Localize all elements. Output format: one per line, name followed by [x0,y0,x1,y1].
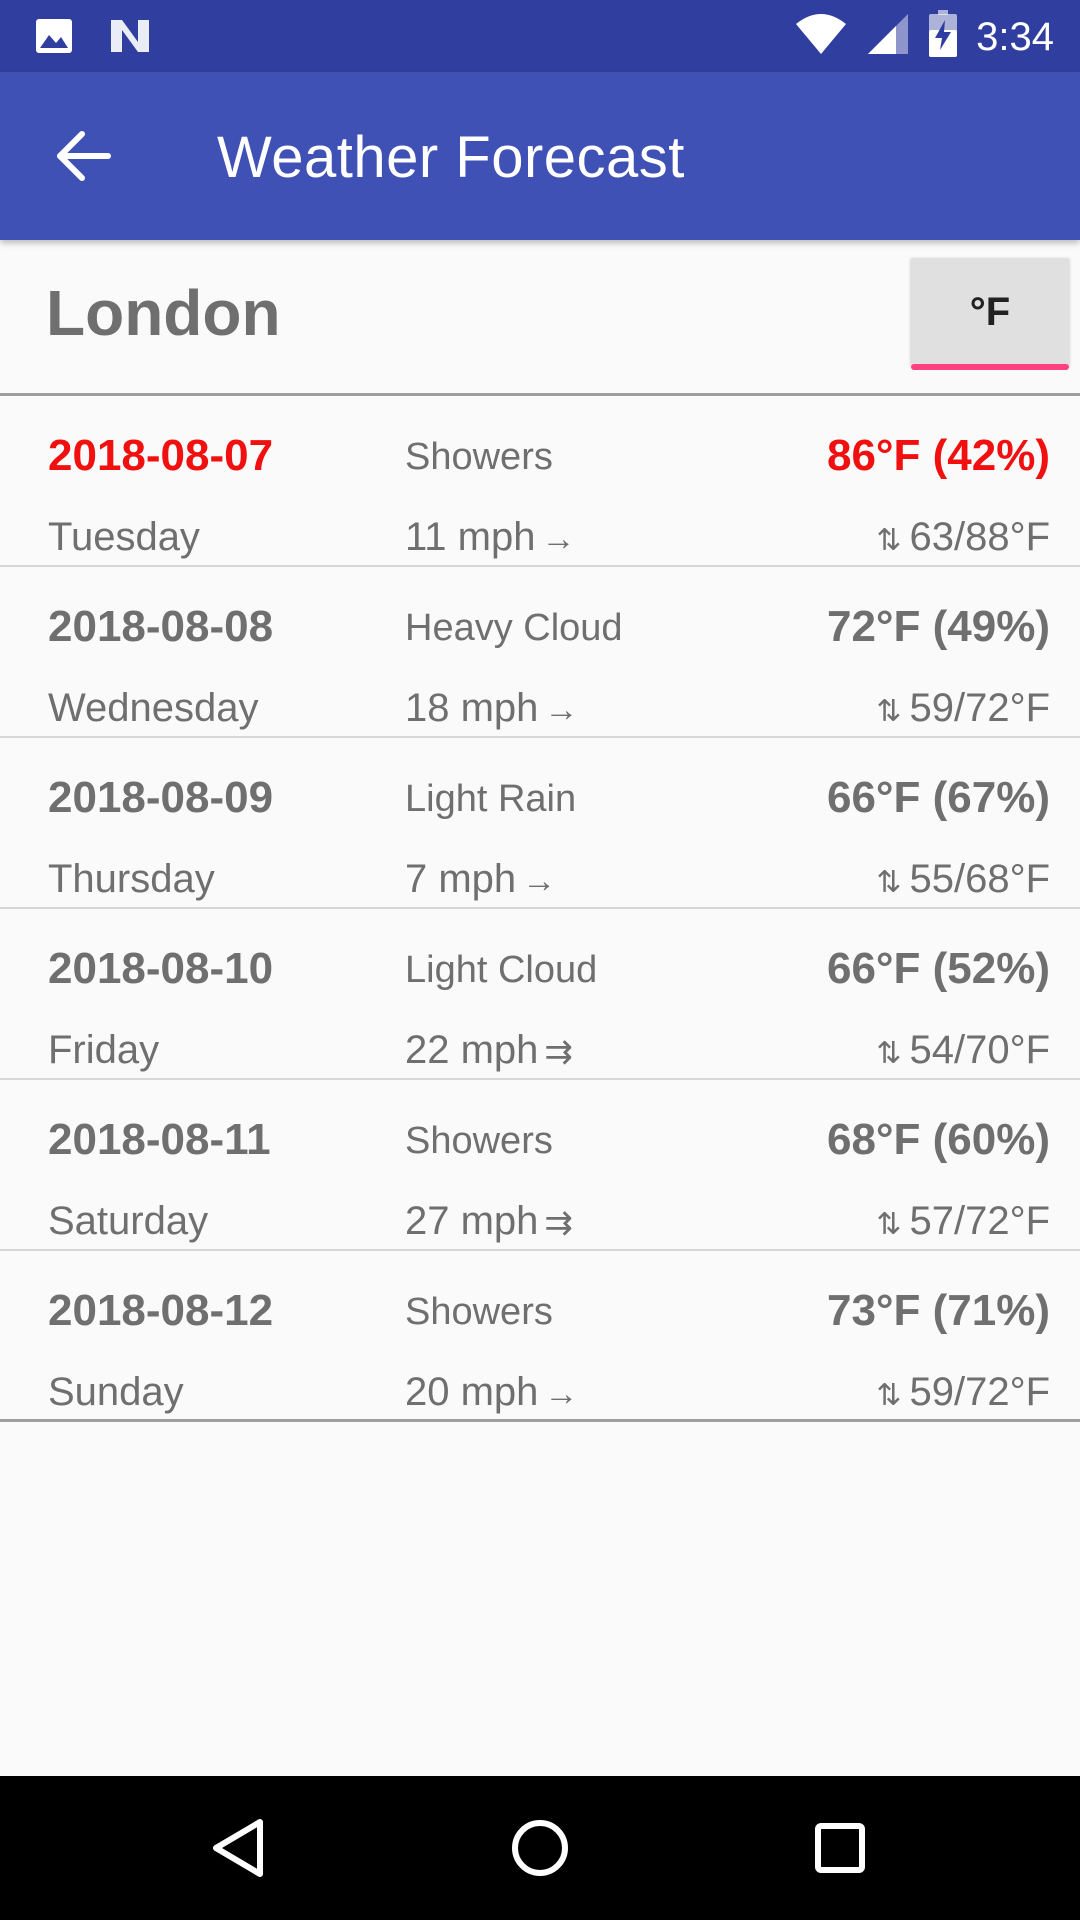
nav-home-button[interactable] [490,1798,590,1898]
forecast-condition: Showers [405,1120,553,1162]
forecast-temp: 86°F (42%) [826,431,1050,480]
forecast-temp: 66°F (52%) [826,944,1050,993]
forecast-date: 2018-08-09 [48,773,274,822]
nav-recents-icon [815,1823,865,1873]
nav-back-button[interactable] [190,1798,290,1898]
forecast-wind: 20 mph → [405,1370,579,1414]
forecast-temp: 68°F (60%) [826,1115,1050,1164]
wind-arrow-icon: ⇉ [544,1033,573,1071]
up-down-arrows-icon: ⇅ [876,524,902,557]
app-bar: Weather Forecast [0,72,1080,240]
forecast-day: Sunday [48,1370,184,1414]
forecast-range: ⇅ 55/68°F [876,857,1050,901]
forecast-date: 2018-08-08 [48,602,274,651]
forecast-range: ⇅ 59/72°F [876,1370,1050,1414]
forecast-date: 2018-08-10 [48,944,274,993]
forecast-date: 2018-08-11 [48,1115,271,1164]
forecast-wind: 22 mph ⇉ [405,1028,573,1072]
forecast-range: ⇅ 63/88°F [876,515,1050,559]
list-item[interactable]: 2018-08-07 Tuesday Showers 11 mph → 86°F … [0,396,1080,567]
up-down-arrows-icon: ⇅ [876,1037,902,1070]
forecast-day: Tuesday [48,515,200,559]
forecast-range: ⇅ 54/70°F [876,1028,1050,1072]
up-down-arrows-icon: ⇅ [876,695,902,728]
list-item[interactable]: 2018-08-09 Thursday Light Rain 7 mph → 66… [0,738,1080,909]
forecast-range: ⇅ 59/72°F [876,686,1050,730]
nav-back-icon [213,1819,263,1877]
forecast-wind: 7 mph → [405,857,557,901]
status-bar: 3:34 [0,0,1080,72]
forecast-wind: 11 mph → [405,515,576,559]
back-button[interactable] [46,116,126,196]
forecast-condition: Light Cloud [405,949,598,991]
wind-arrow-icon: ⇉ [544,1204,573,1242]
status-time: 3:34 [976,14,1054,59]
forecast-date: 2018-08-12 [48,1286,274,1335]
forecast-list: 2018-08-07 Tuesday Showers 11 mph → 86°F … [0,396,1080,1422]
forecast-day: Friday [48,1028,160,1072]
list-item[interactable]: 2018-08-08 Wednesday Heavy Cloud 18 mph →… [0,567,1080,738]
unit-toggle-button[interactable]: °F [911,258,1069,370]
forecast-condition: Light Rain [405,778,577,820]
city-name: London [46,277,281,349]
forecast-day: Wednesday [48,686,259,730]
wind-arrow-icon: → [541,520,576,558]
forecast-day: Saturday [48,1199,209,1243]
signal-icon [866,12,910,61]
city-header: London °F [0,240,1080,394]
wind-arrow-icon: → [544,691,579,729]
forecast-wind: 27 mph ⇉ [405,1199,573,1243]
list-item[interactable]: 2018-08-10 Friday Light Cloud 22 mph ⇉ 66… [0,909,1080,1080]
wind-arrow-icon: → [522,862,557,900]
up-down-arrows-icon: ⇅ [876,866,902,899]
up-down-arrows-icon: ⇅ [876,1208,902,1241]
page-title: Weather Forecast [217,125,685,190]
forecast-range: ⇅ 57/72°F [876,1199,1050,1243]
wifi-icon [794,12,848,61]
image-icon [34,16,74,61]
wind-arrow-icon: → [544,1375,579,1413]
forecast-temp: 72°F (49%) [826,602,1050,651]
list-item[interactable]: 2018-08-12 Sunday Showers 20 mph → 73°F (… [0,1251,1080,1422]
nav-recents-button[interactable] [790,1798,890,1898]
forecast-temp: 66°F (67%) [826,773,1050,822]
battery-charging-icon [928,10,958,63]
n-logo-icon [108,16,152,61]
forecast-temp: 73°F (71%) [826,1286,1050,1335]
arrow-left-icon [57,131,111,181]
forecast-wind: 18 mph → [405,686,579,730]
up-down-arrows-icon: ⇅ [876,1379,902,1412]
list-item[interactable]: 2018-08-11 Saturday Showers 27 mph ⇉ 68°F… [0,1080,1080,1251]
forecast-condition: Showers [405,1291,553,1333]
nav-home-icon [512,1820,568,1876]
forecast-condition: Showers [405,436,553,478]
forecast-day: Thursday [48,857,215,901]
forecast-date: 2018-08-07 [48,431,274,480]
forecast-condition: Heavy Cloud [405,607,623,649]
navigation-bar [0,1776,1080,1920]
